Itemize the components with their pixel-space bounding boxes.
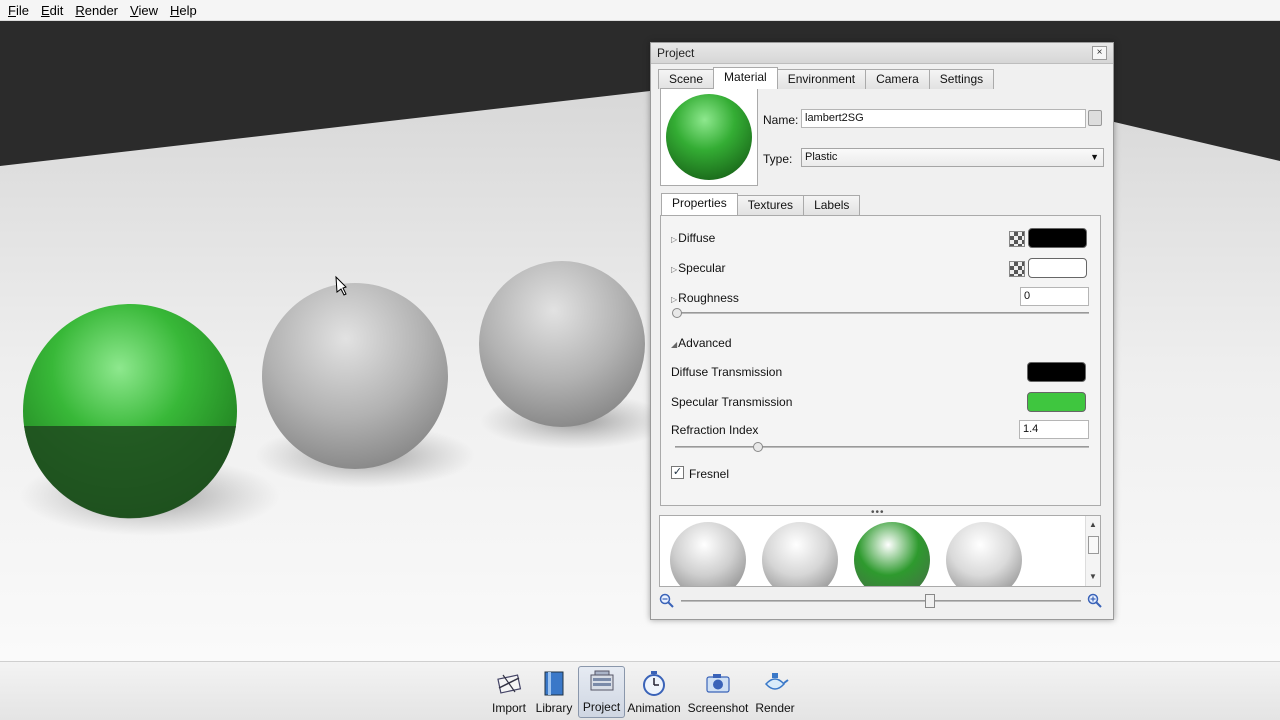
specular-transmission-label: Specular Transmission <box>671 395 793 409</box>
render-label: Render <box>755 701 795 715</box>
project-button[interactable]: Project <box>578 666 625 718</box>
animation-button[interactable]: Animation <box>627 666 681 718</box>
tab-material[interactable]: Material <box>713 67 778 89</box>
specular-texture-icon[interactable] <box>1009 261 1025 277</box>
zoom-in-icon[interactable] <box>1087 593 1103 609</box>
library-material-1[interactable] <box>670 522 746 586</box>
fresnel-label: Fresnel <box>689 467 730 481</box>
diffuse-transmission-swatch[interactable] <box>1027 362 1086 382</box>
thumbnail-size-handle[interactable] <box>925 594 935 608</box>
animation-icon <box>643 671 665 696</box>
specular-toggle[interactable]: ▷Specular <box>671 261 726 275</box>
animation-label: Animation <box>627 701 681 715</box>
material-preview <box>660 88 758 186</box>
import-label: Import <box>491 701 526 715</box>
properties-tabs: Properties Textures Labels <box>661 193 861 215</box>
project-window-title: Project <box>657 46 695 60</box>
roughness-slider-handle[interactable] <box>672 308 682 318</box>
zoom-out-icon[interactable] <box>659 593 675 609</box>
refraction-index-label: Refraction Index <box>671 423 759 437</box>
fresnel-checkbox[interactable]: ✓ <box>671 466 684 479</box>
library-material-3[interactable] <box>854 522 930 586</box>
grey-sphere-1 <box>262 283 448 469</box>
render-icon <box>764 673 789 690</box>
tab-environment[interactable]: Environment <box>776 69 867 89</box>
library-material-4[interactable] <box>946 522 1022 586</box>
menu-help[interactable]: Help <box>164 0 203 21</box>
advanced-label: Advanced <box>678 336 732 350</box>
specular-color-swatch[interactable] <box>1028 258 1087 278</box>
specular-transmission-swatch[interactable] <box>1027 392 1086 412</box>
tab-camera[interactable]: Camera <box>865 69 930 89</box>
roughness-label: Roughness <box>678 291 739 305</box>
project-tabs: Scene Material Environment Camera Settin… <box>658 67 995 89</box>
project-window: Project × Scene Material Environment Cam… <box>650 42 1114 620</box>
menu-edit[interactable]: Edit <box>35 0 69 21</box>
library-material-2[interactable] <box>762 522 838 586</box>
diffuse-color-swatch[interactable] <box>1028 228 1087 248</box>
thumbnail-size-slider[interactable] <box>681 600 1081 602</box>
menu-bar: File Edit Render View Help <box>0 0 1280 21</box>
library-button[interactable]: Library <box>533 666 575 718</box>
menu-render[interactable]: Render <box>69 0 124 21</box>
refraction-slider-handle[interactable] <box>753 442 763 452</box>
type-select[interactable]: Plastic ▼ <box>801 148 1104 167</box>
refraction-index-field[interactable]: 1.4 <box>1019 420 1089 439</box>
diffuse-transmission-label: Diffuse Transmission <box>671 365 783 379</box>
project-label: Project <box>582 700 621 714</box>
thumbnail-size-row <box>657 591 1107 611</box>
expand-triangle-icon: ▷ <box>671 235 678 244</box>
diffuse-texture-icon[interactable] <box>1009 231 1025 247</box>
grey-sphere-2 <box>479 261 645 427</box>
expand-triangle-icon: ▷ <box>671 265 678 274</box>
material-preview-sphere <box>666 94 752 180</box>
library-label: Library <box>535 701 573 715</box>
type-select-value: Plastic <box>805 151 838 163</box>
project-window-titlebar[interactable]: Project × <box>651 43 1113 64</box>
screenshot-button[interactable]: Screenshot <box>688 666 748 718</box>
tab-textures[interactable]: Textures <box>736 195 805 215</box>
library-icon <box>544 671 564 696</box>
properties-panel: ▷Diffuse ▷Specular ▷Roughness 0 ◢Advance… <box>660 215 1101 506</box>
advanced-toggle[interactable]: ◢Advanced <box>671 336 732 350</box>
screenshot-label: Screenshot <box>687 701 749 715</box>
import-button[interactable]: Import <box>488 666 530 718</box>
tab-labels[interactable]: Labels <box>803 195 861 215</box>
material-library-strip: ▲ ▼ <box>659 515 1101 587</box>
refraction-slider-track[interactable] <box>675 446 1089 448</box>
save-icon[interactable] <box>1088 110 1102 126</box>
roughness-slider-track[interactable] <box>675 312 1089 314</box>
chevron-down-icon: ▼ <box>1090 152 1099 162</box>
roughness-field[interactable]: 0 <box>1020 287 1089 306</box>
main-toolbar: Import Library Project Animation Screens… <box>0 661 1280 720</box>
name-label: Name: <box>763 113 799 127</box>
screenshot-icon <box>706 674 730 693</box>
import-icon <box>497 674 522 694</box>
diffuse-label: Diffuse <box>678 231 716 245</box>
scroll-up-icon[interactable]: ▲ <box>1089 520 1097 529</box>
roughness-toggle[interactable]: ▷Roughness <box>671 291 739 305</box>
menu-file[interactable]: File <box>2 0 35 21</box>
menu-view[interactable]: View <box>124 0 164 21</box>
scroll-thumb[interactable] <box>1088 536 1099 554</box>
name-field[interactable]: lambert2SG <box>801 109 1086 128</box>
tab-properties[interactable]: Properties <box>661 193 738 215</box>
tab-settings[interactable]: Settings <box>928 69 995 89</box>
library-scrollbar[interactable]: ▲ ▼ <box>1085 516 1100 586</box>
project-icon <box>590 670 613 691</box>
diffuse-toggle[interactable]: ▷Diffuse <box>671 231 715 245</box>
tab-scene[interactable]: Scene <box>658 69 715 89</box>
render-button[interactable]: Render <box>754 666 796 718</box>
type-label: Type: <box>763 152 793 166</box>
scroll-down-icon[interactable]: ▼ <box>1089 572 1097 581</box>
specular-label: Specular <box>678 261 726 275</box>
collapse-triangle-icon: ◢ <box>671 340 678 349</box>
expand-triangle-icon: ▷ <box>671 295 678 304</box>
close-button[interactable]: × <box>1092 46 1107 60</box>
